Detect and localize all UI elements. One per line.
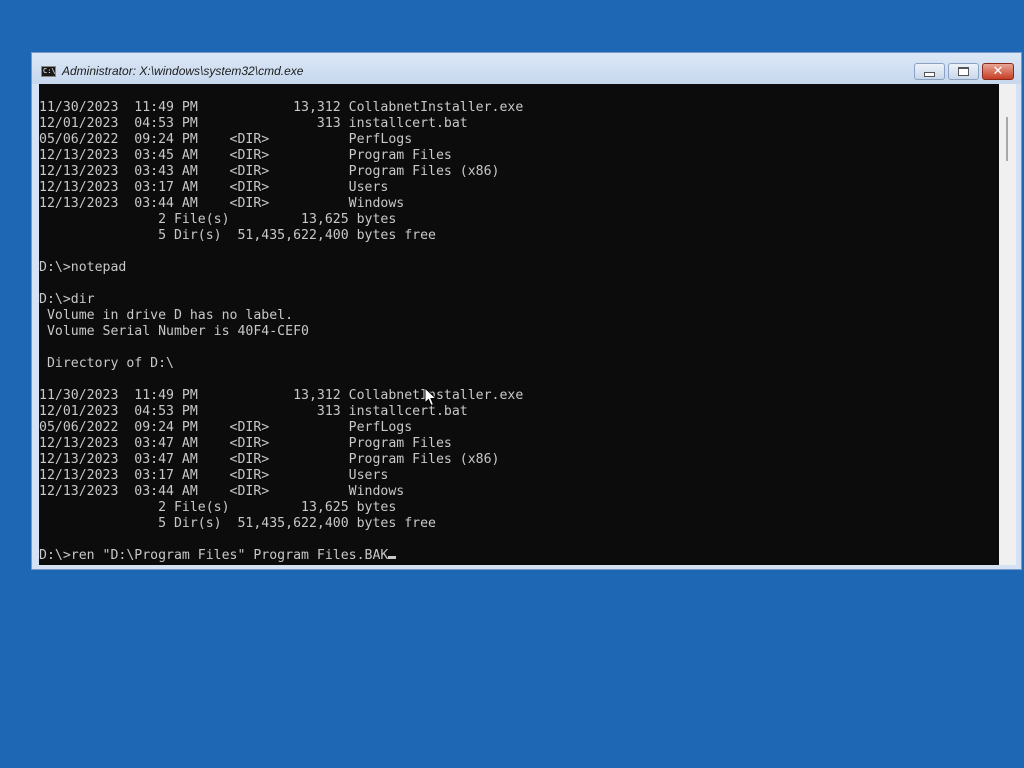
minimize-button[interactable]	[914, 63, 945, 80]
console-line: 12/13/2023 03:17 AM <DIR> Users	[39, 468, 389, 483]
maximize-button[interactable]	[948, 63, 979, 80]
mouse-pointer-icon	[424, 387, 438, 407]
minimize-icon	[924, 72, 935, 77]
console-line: 5 Dir(s) 51,435,622,400 bytes free	[39, 516, 436, 531]
console-line: 05/06/2022 09:24 PM <DIR> PerfLogs	[39, 132, 413, 147]
close-icon: ✕	[992, 64, 1004, 79]
console-line: Directory of D:\	[39, 356, 174, 371]
cmd-window[interactable]: C:\ Administrator: X:\windows\system32\c…	[31, 52, 1022, 570]
console-line: 12/13/2023 03:43 AM <DIR> Program Files …	[39, 164, 500, 179]
console-output[interactable]: 11/30/2023 11:49 PM 13,312 CollabnetInst…	[39, 84, 999, 565]
maximize-icon	[958, 67, 969, 76]
console-line: D:\>notepad	[39, 260, 127, 275]
console-line: 12/13/2023 03:47 AM <DIR> Program Files …	[39, 452, 500, 467]
console-line: 12/13/2023 03:45 AM <DIR> Program Files	[39, 148, 452, 163]
vertical-scrollbar[interactable]	[999, 84, 1016, 565]
console-line: 12/01/2023 04:53 PM 313 installcert.bat	[39, 116, 468, 131]
console-line: D:\>dir	[39, 292, 95, 307]
console-line: 12/13/2023 03:44 AM <DIR> Windows	[39, 196, 405, 211]
console-line: Volume in drive D has no label.	[39, 308, 294, 323]
window-title: Administrator: X:\windows\system32\cmd.e…	[62, 64, 304, 78]
console-line: 11/30/2023 11:49 PM 13,312 CollabnetInst…	[39, 100, 524, 115]
console-line: Volume Serial Number is 40F4-CEF0	[39, 324, 309, 339]
console-line: 12/13/2023 03:17 AM <DIR> Users	[39, 180, 389, 195]
console-line: 5 Dir(s) 51,435,622,400 bytes free	[39, 228, 436, 243]
text-cursor	[388, 556, 397, 559]
console-line: 2 File(s) 13,625 bytes	[39, 500, 397, 515]
close-button[interactable]: ✕	[982, 63, 1014, 80]
desktop: C:\ Administrator: X:\windows\system32\c…	[0, 0, 1024, 768]
console-line: 2 File(s) 13,625 bytes	[39, 212, 397, 227]
console-line: 12/13/2023 03:47 AM <DIR> Program Files	[39, 436, 452, 451]
console-lines: 11/30/2023 11:49 PM 13,312 CollabnetInst…	[39, 100, 523, 564]
console-prompt-line[interactable]: D:\>ren "D:\Program Files" Program Files…	[39, 548, 523, 564]
console-line: 12/13/2023 03:44 AM <DIR> Windows	[39, 484, 405, 499]
console-line: 05/06/2022 09:24 PM <DIR> PerfLogs	[39, 420, 413, 435]
console-line: 12/01/2023 04:53 PM 313 installcert.bat	[39, 404, 468, 419]
console-line: 11/30/2023 11:49 PM 13,312 CollabnetInst…	[39, 388, 524, 403]
window-titlebar[interactable]: C:\ Administrator: X:\windows\system32\c…	[32, 53, 1021, 84]
cmd-icon[interactable]: C:\	[41, 66, 56, 77]
scrollbar-thumb[interactable]	[1006, 117, 1008, 161]
command-input-text[interactable]: D:\>ren "D:\Program Files" Program Files…	[39, 548, 388, 563]
